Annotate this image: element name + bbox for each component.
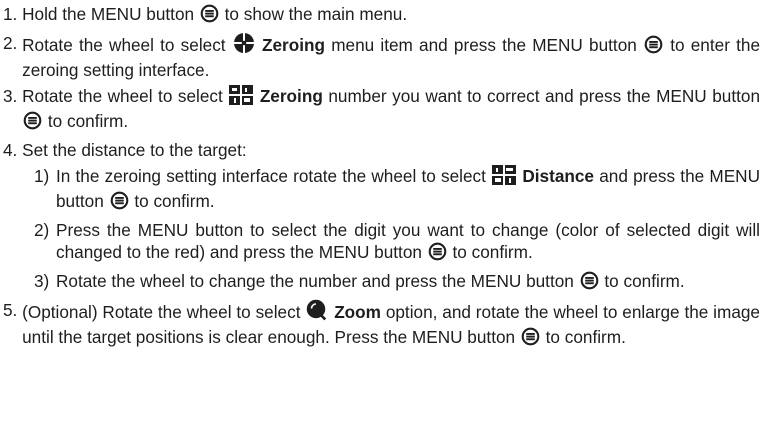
text-run: to confirm. (129, 191, 215, 211)
zoom-icon (306, 299, 328, 326)
text-run: to show the main menu. (219, 4, 408, 24)
substep-number: 1) (34, 166, 50, 186)
substep-item: 3) Rotate the wheel to change the number… (0, 270, 766, 295)
step-number: 2. (3, 33, 23, 53)
step-text: (Optional) Rotate the wheel to select Zo… (22, 299, 760, 351)
text-run: Rotate the wheel to select (22, 35, 232, 55)
step-text: Rotate the wheel to select Zeroing menu … (22, 32, 760, 81)
instruction-page: 1. Hold the MENU button to show the main… (0, 0, 766, 432)
step-text: Hold the MENU button to show the main me… (22, 3, 760, 28)
text-run: (Optional) Rotate the wheel to select (22, 302, 306, 322)
substep-text: In the zeroing setting interface rotate … (56, 165, 760, 215)
menu-item-name: Zoom (334, 302, 381, 322)
step-number: 3. (3, 86, 23, 106)
text-run: to confirm. (599, 271, 685, 291)
step-item: 2. Rotate the wheel to select Zeroing me… (0, 32, 766, 81)
step-item: 4. Set the distance to the target: (0, 139, 766, 161)
menu-button-icon (644, 35, 663, 59)
text-run: Rotate the wheel to change the number an… (56, 271, 579, 291)
text-run: to confirm. (43, 111, 129, 131)
text-run: Press the MENU button to select the digi… (56, 220, 760, 262)
text-run: In the zeroing setting interface rotate … (56, 166, 492, 186)
step-item: 1. Hold the MENU button to show the main… (0, 3, 766, 28)
text-run: Set the distance to the target: (22, 140, 247, 160)
zeroing-crosshair-icon (233, 32, 255, 59)
substep-number: 3) (34, 271, 50, 291)
step-number: 5. (3, 300, 23, 320)
substep-number: 2) (34, 220, 50, 240)
distance-icon (492, 165, 517, 190)
menu-item-name: Distance (522, 166, 594, 186)
menu-item-name: Zeroing (259, 86, 323, 106)
zeroing-number-icon (229, 85, 254, 110)
text-run: menu item and press the MENU button (325, 35, 644, 55)
step-number: 4. (3, 140, 23, 160)
menu-button-icon (428, 242, 447, 266)
step-item: 3. Rotate the wheel to select Zeroing nu… (0, 85, 766, 135)
menu-item-name: Zeroing (261, 35, 325, 55)
menu-button-icon (23, 111, 42, 135)
substep-text: Rotate the wheel to change the number an… (56, 270, 760, 295)
step-text: Set the distance to the target: (22, 139, 760, 161)
text-run: number you want to correct and press the… (322, 86, 760, 106)
text-run: Rotate the wheel to select (22, 86, 229, 106)
step-text: Rotate the wheel to select Zeroing numbe… (22, 85, 760, 135)
menu-button-icon (110, 191, 129, 215)
substep-item: 2) Press the MENU button to select the d… (0, 219, 766, 266)
text-run: to confirm. (540, 327, 626, 347)
substep-text: Press the MENU button to select the digi… (56, 219, 760, 266)
step-item: 5. (Optional) Rotate the wheel to select… (0, 299, 766, 351)
menu-button-icon (200, 4, 219, 28)
text-run: to confirm. (447, 242, 533, 262)
text-run: Hold the MENU button (22, 4, 199, 24)
step-number: 1. (3, 4, 23, 24)
substep-item: 1) In the zeroing setting interface rota… (0, 165, 766, 215)
menu-button-icon (521, 327, 540, 351)
menu-button-icon (580, 271, 599, 295)
